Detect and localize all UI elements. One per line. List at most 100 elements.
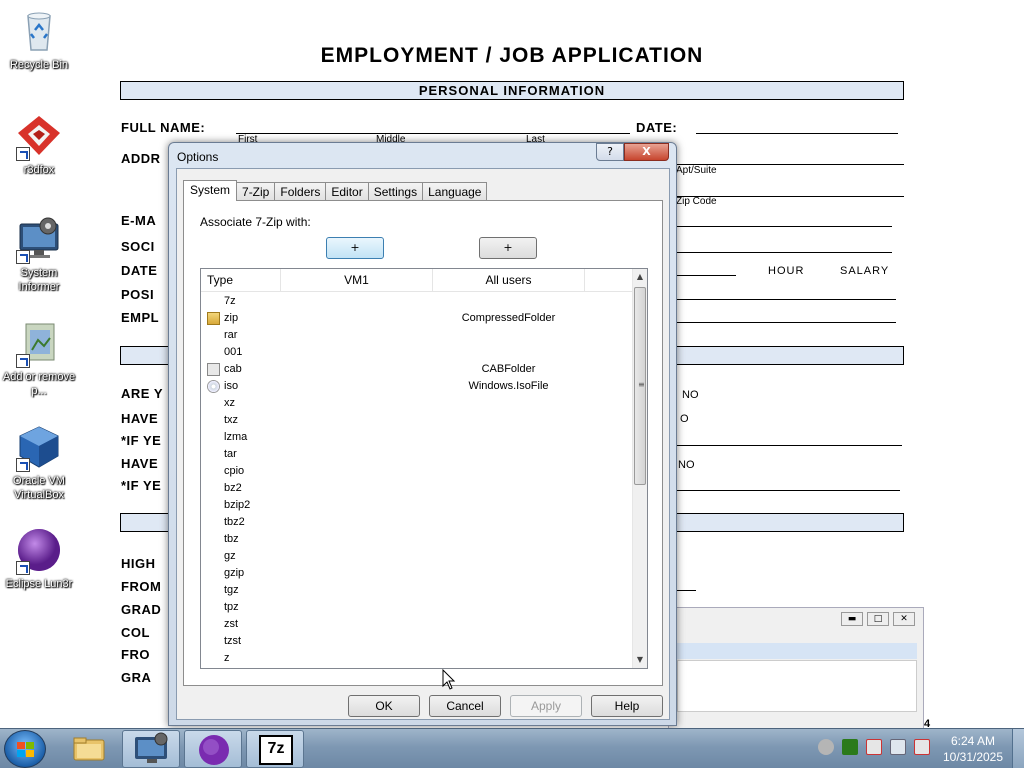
desktop-icon-add-remove-programs[interactable]: Add or remove p... — [1, 320, 77, 398]
list-item[interactable]: tar — [201, 446, 633, 463]
associate-label: Associate 7-Zip with: — [200, 215, 311, 229]
shortcut-arrow-icon — [16, 250, 30, 264]
salary-label: SALARY — [840, 265, 890, 277]
tray-flag-icon[interactable] — [866, 739, 882, 755]
scroll-thumb[interactable]: ≡ — [634, 287, 646, 485]
tray-volume-muted-icon[interactable] — [914, 739, 930, 755]
list-item[interactable]: tzst — [201, 633, 633, 650]
full-name-label: FULL NAME: — [121, 120, 206, 135]
list-item[interactable]: lzma — [201, 429, 633, 446]
taskbar-system-informer-button[interactable] — [122, 730, 180, 768]
tab-folders[interactable]: Folders — [274, 182, 327, 201]
desktop-icon-eclipse[interactable]: Eclipse Lun3r — [1, 527, 77, 591]
title-close-button[interactable]: X — [624, 143, 669, 161]
list-item[interactable]: bz2 — [201, 480, 633, 497]
tray-network-icon[interactable] — [890, 739, 906, 755]
desktop-icon-recycle-bin[interactable]: Recycle Bin — [1, 8, 77, 72]
list-item-type: tar — [224, 448, 237, 460]
no-option-1: NO — [682, 389, 699, 401]
list-item-all-users: Windows.IsoFile — [468, 380, 549, 392]
file-type-list[interactable]: Type VM1 All users 7z zip CompressedFolder… — [200, 268, 648, 669]
taskbar-eclipse-button[interactable] — [184, 730, 242, 768]
list-item-type: iso — [224, 380, 239, 392]
clock-time: 6:24 AM — [950, 734, 996, 748]
list-item[interactable]: z — [201, 650, 633, 667]
start-button[interactable] — [4, 730, 46, 768]
recycle-bin-icon — [16, 8, 62, 54]
tab-strip: System 7-Zip Folders Editor Settings Lan… — [183, 180, 488, 201]
position-line — [676, 299, 896, 300]
tab-system[interactable]: System — [183, 180, 238, 201]
list-item[interactable]: cpio — [201, 463, 633, 480]
zip-code-label: Zip Code — [676, 196, 717, 207]
shortcut-arrow-icon — [16, 458, 30, 472]
list-item[interactable]: iso Windows.IsoFile — [201, 378, 633, 395]
dialog-client-area: System 7-Zip Folders Editor Settings Lan… — [176, 168, 670, 720]
list-item-type: z — [224, 652, 230, 664]
taskbar-explorer-button[interactable] — [60, 730, 118, 768]
system-informer-icon — [135, 732, 168, 763]
list-item[interactable]: zip CompressedFolder — [201, 310, 633, 327]
list-item[interactable]: 7z — [201, 293, 633, 310]
tab-settings[interactable]: Settings — [367, 182, 424, 201]
scroll-up-arrow-icon[interactable]: ▲ — [633, 269, 647, 285]
list-item[interactable]: gzip — [201, 565, 633, 582]
list-item[interactable]: 001 — [201, 344, 633, 361]
graduate-label-1: GRAD — [121, 602, 162, 617]
ok-button[interactable]: OK — [348, 695, 420, 717]
scroll-down-arrow-icon[interactable]: ▼ — [633, 652, 647, 668]
minimize-button[interactable]: ▬ — [841, 612, 863, 626]
show-desktop-button[interactable] — [1012, 729, 1024, 768]
list-item[interactable]: cab CABFolder — [201, 361, 633, 378]
close-button[interactable]: ✕ — [893, 612, 915, 626]
list-item[interactable]: tbz2 — [201, 514, 633, 531]
background-window[interactable]: ▬ □ ✕ — [668, 607, 924, 732]
list-item[interactable]: txz — [201, 412, 633, 429]
title-help-button[interactable]: ? — [596, 143, 624, 161]
list-item[interactable]: tpz — [201, 599, 633, 616]
desktop-icon-r3dfox[interactable]: r3dfox — [1, 113, 77, 177]
list-item-type: bzip2 — [224, 499, 251, 511]
zip-folder-icon — [207, 312, 220, 325]
column-header-type[interactable]: Type — [201, 269, 281, 292]
r3dfox-icon — [16, 113, 62, 161]
mouse-cursor-icon — [442, 669, 456, 690]
apply-button[interactable]: Apply — [510, 695, 582, 717]
if-yes-line-2 — [676, 490, 900, 491]
list-item-type: 001 — [224, 346, 243, 358]
help-button[interactable]: Help — [591, 695, 663, 717]
list-item[interactable]: tgz — [201, 582, 633, 599]
tab-7zip[interactable]: 7-Zip — [236, 182, 276, 201]
list-item[interactable]: bzip2 — [201, 497, 633, 514]
list-scrollbar[interactable]: ▲ ≡ ▼ — [632, 269, 647, 668]
list-item-type: tzst — [224, 635, 242, 647]
associate-all-users-button[interactable]: + — [479, 237, 537, 259]
list-item[interactable]: tbz — [201, 531, 633, 548]
list-item[interactable]: xz — [201, 395, 633, 412]
desktop-icon-virtualbox[interactable]: Oracle VM VirtualBox — [1, 424, 77, 502]
maximize-button[interactable]: □ — [867, 612, 889, 626]
tab-language[interactable]: Language — [422, 182, 488, 201]
list-item[interactable]: zst — [201, 616, 633, 633]
cab-icon — [207, 363, 220, 376]
form-title: EMPLOYMENT / JOB APPLICATION — [320, 44, 704, 67]
employment-line — [676, 322, 896, 323]
desktop-icon-system-informer[interactable]: System Informer — [1, 216, 77, 294]
list-item[interactable]: rar — [201, 327, 633, 344]
column-header-vm1[interactable]: VM1 — [281, 269, 433, 292]
tray-sync-icon[interactable] — [818, 739, 834, 755]
taskbar-clock[interactable]: 6:24 AM 10/31/2025 — [936, 733, 1010, 765]
social-line — [676, 252, 892, 253]
column-header-all-users[interactable]: All users — [433, 269, 585, 292]
shortcut-arrow-icon — [16, 354, 30, 368]
cancel-button[interactable]: Cancel — [429, 695, 501, 717]
desktop-icon-label: System Informer — [18, 267, 60, 293]
list-item-type: gzip — [224, 567, 245, 579]
associate-current-user-button[interactable]: + — [326, 237, 384, 259]
tab-editor[interactable]: Editor — [325, 182, 369, 201]
taskbar-7zip-button[interactable]: 7z — [246, 730, 304, 768]
college-label: COL — [121, 625, 150, 640]
list-item[interactable]: gz — [201, 548, 633, 565]
are-you-label: ARE Y — [121, 386, 163, 401]
tray-nvidia-icon[interactable] — [842, 739, 858, 755]
